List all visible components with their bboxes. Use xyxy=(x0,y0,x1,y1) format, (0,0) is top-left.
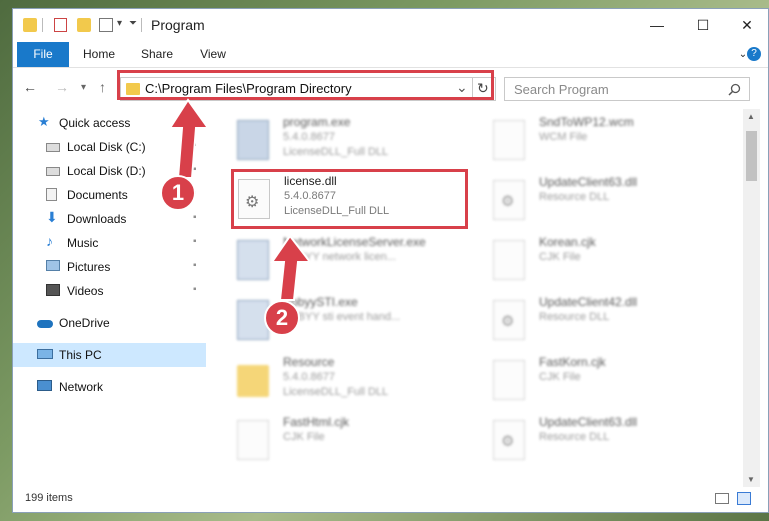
arrow-up-icon xyxy=(168,98,210,179)
annotation-arrows xyxy=(168,98,313,301)
arrow-up-icon xyxy=(270,234,313,301)
step-2-badge: 2 xyxy=(264,300,300,336)
step-1-badge: 1 xyxy=(160,175,196,211)
